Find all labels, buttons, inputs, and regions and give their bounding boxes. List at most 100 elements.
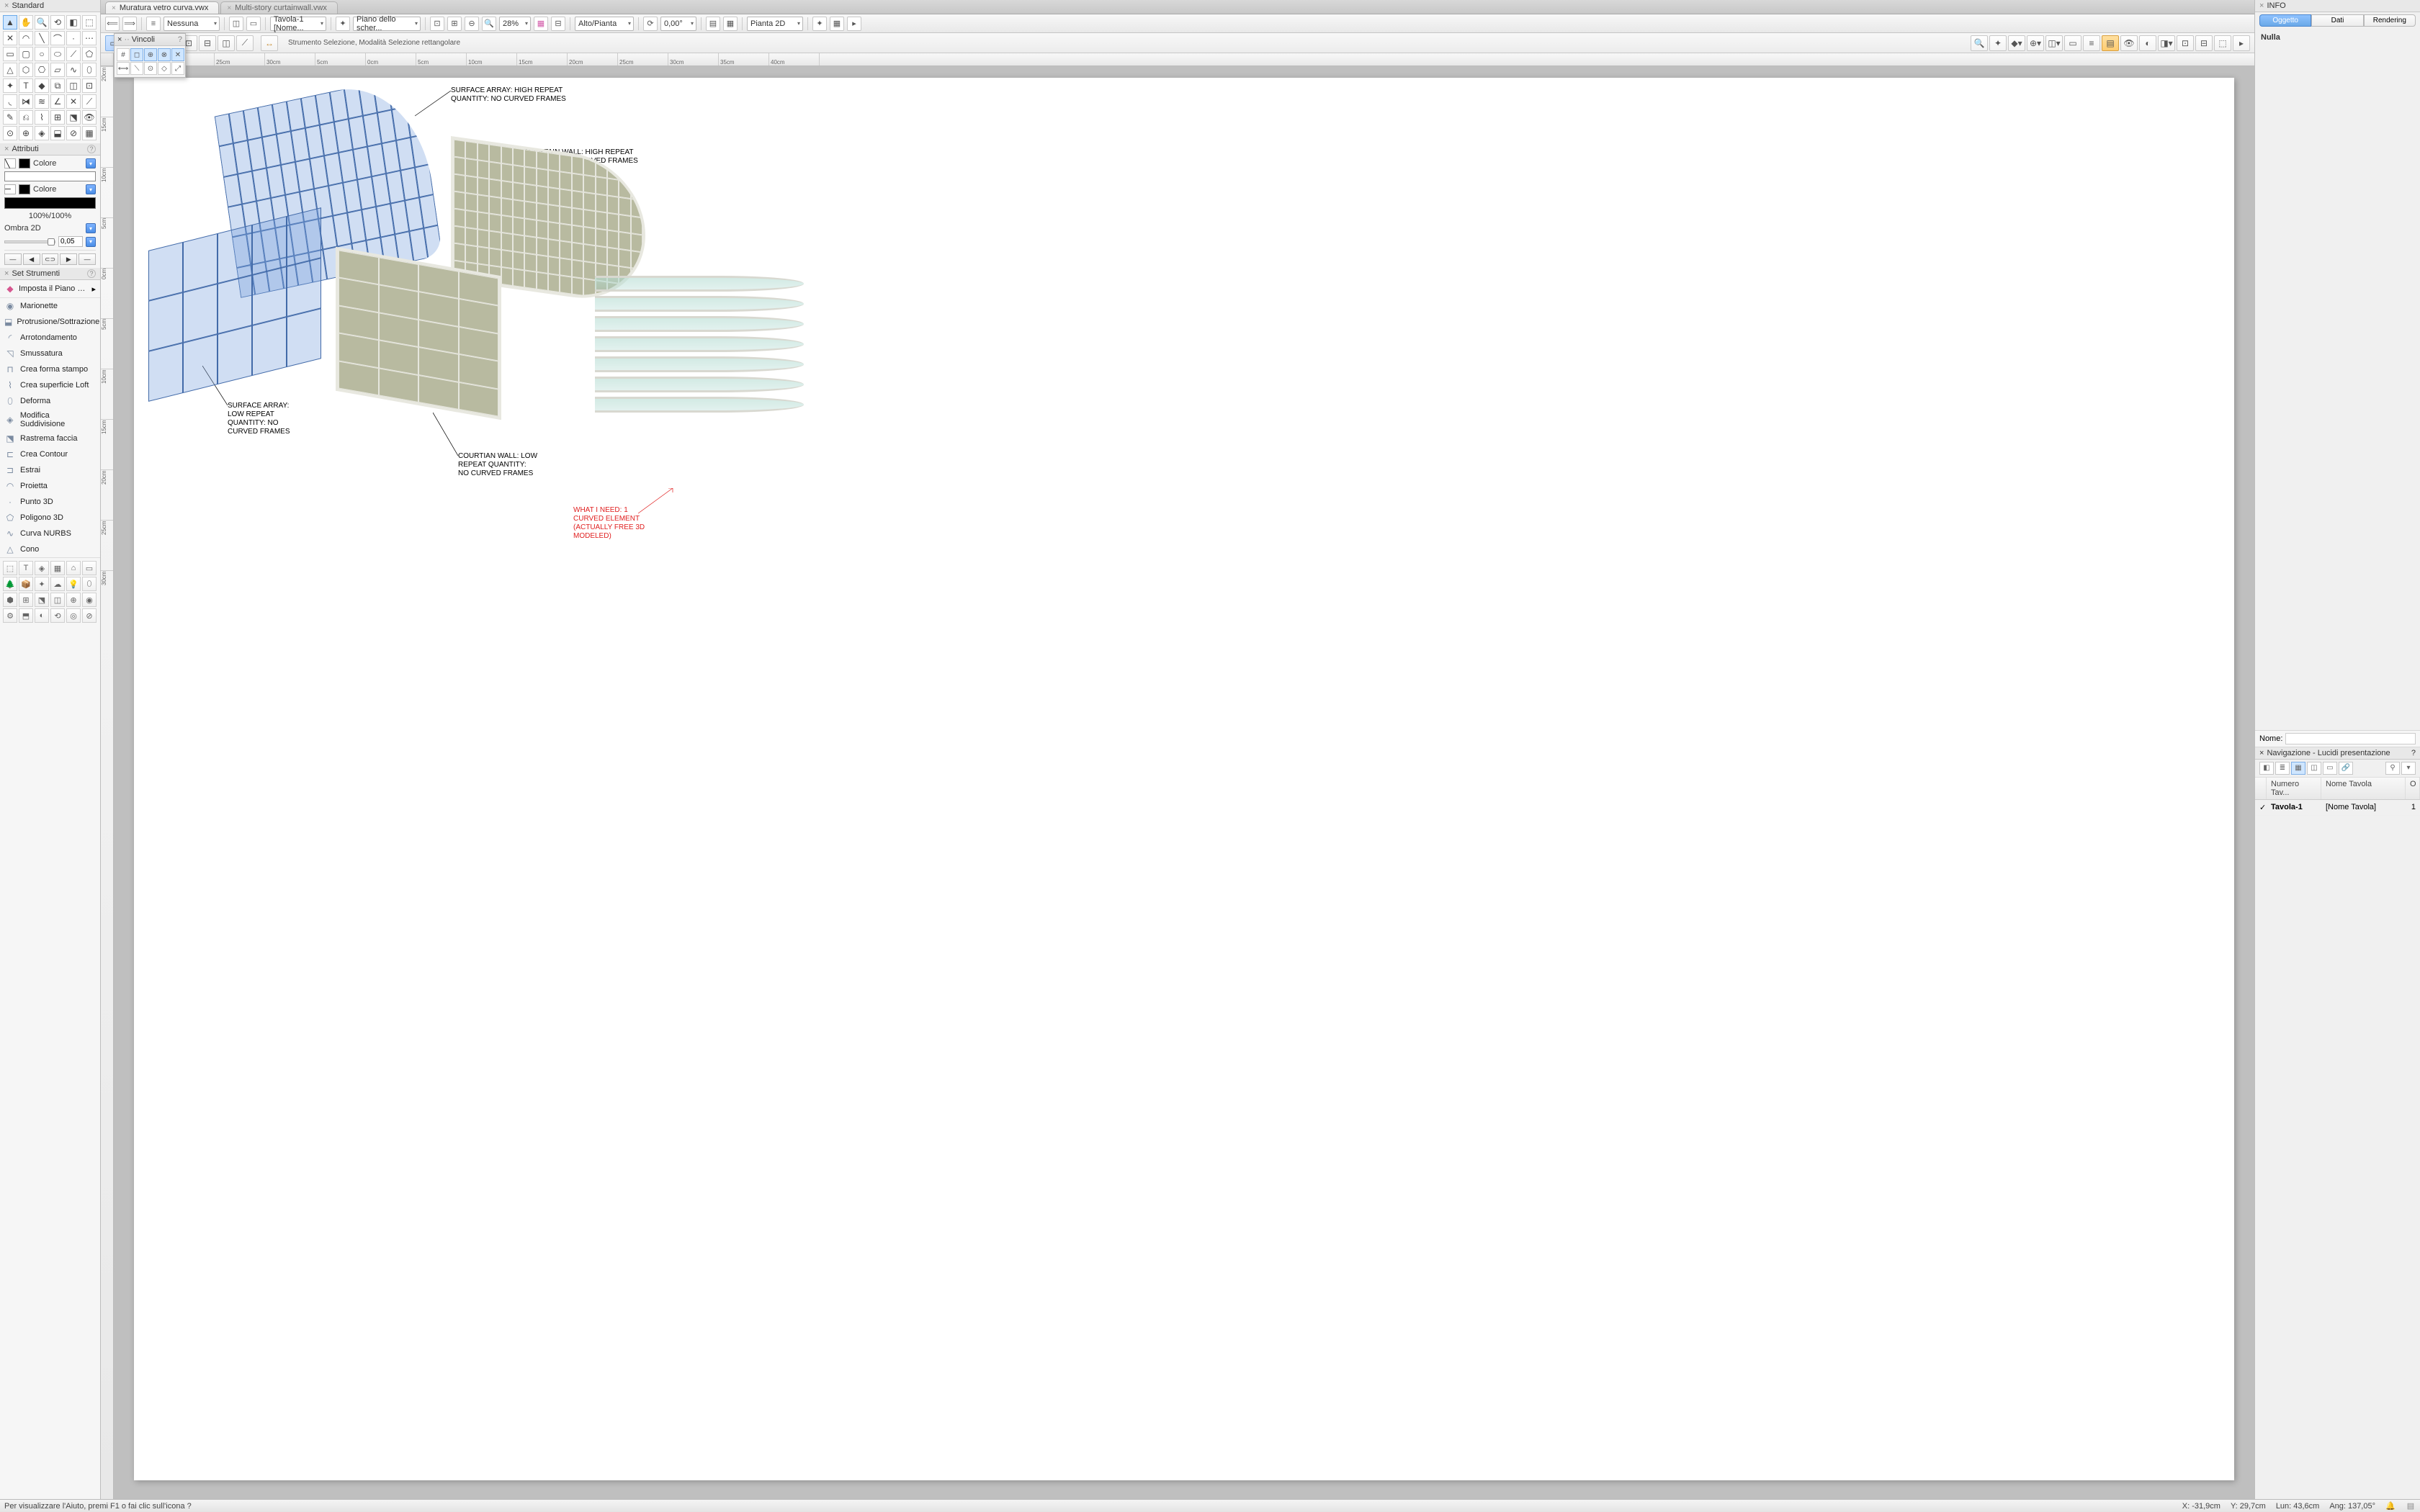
set-tool-item[interactable]: ◉Marionette	[0, 298, 100, 314]
freehand-tool[interactable]: ∿	[66, 63, 81, 77]
set-tool-item[interactable]: ◹Smussatura	[0, 346, 100, 361]
crop-tool[interactable]: ⧉	[50, 78, 65, 93]
set-tool-item[interactable]: ⊓Crea forma stampo	[0, 361, 100, 377]
spiral-tool[interactable]: ⎔	[35, 63, 49, 77]
regular-poly-tool[interactable]: ⬡	[19, 63, 33, 77]
toolset-icon[interactable]: 🌲	[3, 577, 17, 591]
plane-select[interactable]: Piano dello scher...	[353, 17, 421, 31]
toolset-icon[interactable]: ⬢	[3, 593, 17, 607]
mode-button-6[interactable]: ⊟	[199, 35, 216, 51]
info-tab-oggetto[interactable]: Oggetto	[2259, 14, 2311, 27]
zoom-out-button[interactable]: ⊖	[465, 17, 479, 31]
nav-settings-icon[interactable]: ▾	[2401, 762, 2416, 775]
unified-view-button[interactable]: ▤	[706, 17, 720, 31]
marker-next-button[interactable]: ▶	[60, 253, 77, 265]
quick-axis-button[interactable]: ◆▾	[2008, 35, 2025, 51]
tool-dash[interactable]: ⋯	[82, 31, 97, 45]
flyover-tool[interactable]: ⟲	[50, 15, 65, 30]
toolset-icon[interactable]: ⟲	[50, 608, 65, 623]
nav-references-icon[interactable]: 🔗	[2339, 762, 2353, 775]
double-line-tool[interactable]: ▱	[50, 63, 65, 77]
tool-misc6[interactable]: ⊕	[19, 126, 33, 140]
polyline-tool[interactable]: ⟋	[66, 47, 81, 61]
circle-tool[interactable]: ○	[35, 47, 49, 61]
more-button[interactable]: ▸	[847, 17, 861, 31]
save-view-button[interactable]: ✦	[336, 17, 350, 31]
tool-misc1[interactable]: ◫	[66, 78, 81, 93]
tool-x2[interactable]: ✕	[66, 94, 81, 109]
set-tool-item[interactable]: ⊏Crea Contour	[0, 446, 100, 462]
quick-page-button[interactable]: ▭	[2064, 35, 2081, 51]
status-bell-icon[interactable]: 🔔	[2385, 1501, 2396, 1511]
nav-row[interactable]: ✓ Tavola-1 [Nome Tavola] 1	[2255, 800, 2420, 816]
set-tool-item[interactable]: ⬓Protrusione/Sottrazione	[0, 314, 100, 330]
drawing-canvas[interactable]: SURFACE ARRAY: HIGH REPEAT QUANTITY: NO …	[114, 66, 2254, 1499]
tool-misc4[interactable]: ⬔	[66, 110, 81, 125]
spring-tool[interactable]: ⌇	[35, 110, 49, 125]
snap-angle-icon[interactable]: ⊕	[144, 48, 157, 61]
nome-input[interactable]	[2285, 733, 2416, 744]
quick-xray-button[interactable]: 👁	[2120, 35, 2138, 51]
tool-sl[interactable]: ⟋	[82, 94, 97, 109]
set-tool-item[interactable]: ◈Modifica Suddivisione	[0, 409, 100, 431]
tool-misc9[interactable]: ⊘	[66, 126, 81, 140]
polygon-tool[interactable]: ⬠	[82, 47, 97, 61]
marker-mid-button[interactable]: ⊂⊃	[42, 253, 59, 265]
fill-color-select[interactable]: ▾	[86, 158, 96, 168]
tool-misc7[interactable]: ◈	[35, 126, 49, 140]
zoom-tool[interactable]: 🔍	[35, 15, 49, 30]
visibility-tool[interactable]: 👁	[82, 110, 97, 125]
set-tool-item[interactable]: ⬔Rastrema faccia	[0, 431, 100, 446]
snap-object-icon[interactable]: ◻	[130, 48, 143, 61]
sheet-select[interactable]: Tavola-1 [Nome...	[270, 17, 326, 31]
working-plane-item[interactable]: ◆ Imposta il Piano di Lav... ▸	[0, 280, 100, 298]
document-tab[interactable]: × Muratura vetro curva.vwx	[105, 1, 219, 14]
tool-angle[interactable]: ∠	[50, 94, 65, 109]
help-icon[interactable]: ?	[87, 269, 96, 278]
snap-grid-icon[interactable]: #	[117, 48, 130, 61]
toolset-icon[interactable]: ⊞	[19, 593, 33, 607]
nav-col-name[interactable]: Nome Tavola	[2321, 778, 2406, 799]
tool-x[interactable]: ✕	[3, 31, 17, 45]
mode-button-7[interactable]: ◫	[218, 35, 235, 51]
mode-button-measure[interactable]: ↔	[261, 35, 278, 51]
set-tool-item[interactable]: ◠Proietta	[0, 478, 100, 494]
shadow-slider[interactable]	[4, 240, 55, 243]
info-tab-dati[interactable]: Dati	[2311, 14, 2363, 27]
shadow-value-input[interactable]	[58, 236, 83, 247]
document-tab[interactable]: × Multi-story curtainwall.vwx	[220, 1, 338, 14]
rotate-button[interactable]: ⟳	[643, 17, 658, 31]
attribute-tool[interactable]: ⎌	[19, 110, 33, 125]
layers-button[interactable]: ≡	[146, 17, 161, 31]
snap-dist-icon[interactable]: ⟷	[117, 62, 130, 75]
eyedropper-tool[interactable]: ✎	[3, 110, 17, 125]
snap-edge-icon[interactable]: ⟍	[130, 62, 143, 75]
set-tool-item[interactable]: ⬠Poligono 3D	[0, 510, 100, 526]
standard-view-select[interactable]: Alto/Pianta	[575, 17, 634, 31]
walkthrough-tool[interactable]: ◧	[66, 15, 81, 30]
toolset-icon[interactable]: ▦	[50, 561, 65, 575]
toolset-icon[interactable]: ◫	[50, 593, 65, 607]
quick-more-button[interactable]: ▸	[2233, 35, 2250, 51]
set-tool-item[interactable]: ⌇Crea superficie Loft	[0, 377, 100, 393]
rounded-rect-tool[interactable]: ▢	[19, 47, 33, 61]
text-tool[interactable]: T	[19, 78, 33, 93]
toolset-icon[interactable]: ☁	[50, 577, 65, 591]
marker-start-button[interactable]: —	[4, 253, 22, 265]
triangle-tool[interactable]: △	[3, 63, 17, 77]
tool-misc2[interactable]: ⊡	[82, 78, 97, 93]
close-icon[interactable]: ×	[4, 1, 9, 10]
grid-button[interactable]: ▦	[534, 17, 548, 31]
opacity-value[interactable]: 100%/100%	[4, 212, 96, 220]
toolset-icon[interactable]: ◐	[35, 608, 49, 623]
close-icon[interactable]: ×	[4, 269, 9, 278]
toolset-icon[interactable]: ⚙	[3, 608, 17, 623]
tool-dot[interactable]: ·	[66, 31, 81, 45]
nav-views-icon[interactable]: ◫	[2307, 762, 2321, 775]
unified-split-button[interactable]: ▦	[723, 17, 738, 31]
help-icon[interactable]: ?	[178, 35, 182, 44]
zoom-select[interactable]: 28%	[499, 17, 531, 31]
marker-end-button[interactable]: —	[79, 253, 96, 265]
zoom-in-button[interactable]: 🔍	[482, 17, 496, 31]
quick-compress-button[interactable]: ⊟	[2195, 35, 2213, 51]
